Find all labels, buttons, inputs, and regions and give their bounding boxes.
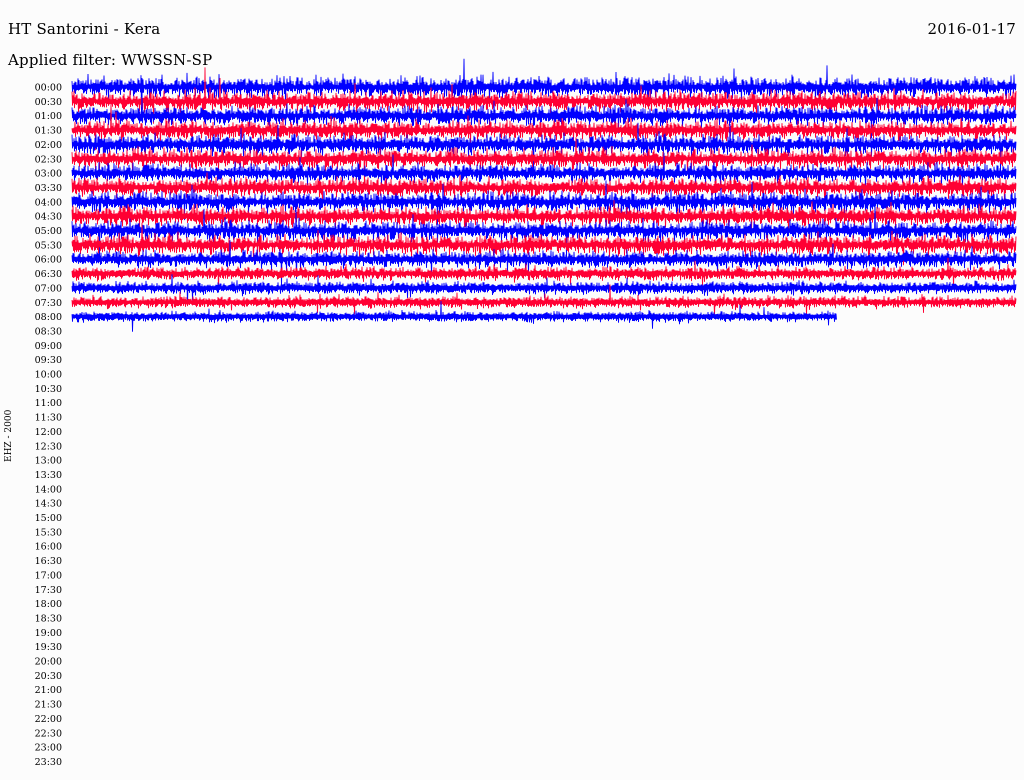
time-tick-label: 22:30	[35, 728, 62, 739]
time-tick-label: 04:00	[35, 197, 62, 208]
time-tick-label: 17:00	[35, 570, 62, 581]
time-tick-label: 03:30	[35, 183, 62, 194]
time-tick-label: 20:00	[35, 657, 62, 668]
time-tick-label: 07:30	[35, 298, 62, 309]
time-tick-label: 14:00	[35, 484, 62, 495]
seismic-traces	[71, 58, 1017, 332]
time-tick-label: 21:00	[35, 685, 62, 696]
time-tick-label: 13:30	[35, 470, 62, 481]
time-tick-label: 05:00	[35, 226, 62, 237]
time-tick-label: 21:30	[35, 700, 62, 711]
time-tick-label: 15:30	[35, 527, 62, 538]
time-tick-label: 19:00	[35, 628, 62, 639]
time-tick-label: 08:30	[35, 326, 62, 337]
time-tick-label: 16:30	[35, 556, 62, 567]
time-tick-label: 19:30	[35, 642, 62, 653]
time-tick-label: 09:30	[35, 355, 62, 366]
time-tick-label: 02:00	[35, 140, 62, 151]
time-tick-label: 17:30	[35, 585, 62, 596]
time-tick-label: 22:00	[35, 714, 62, 725]
time-tick-label: 13:00	[35, 456, 62, 467]
time-tick-label: 23:00	[35, 743, 62, 754]
helicorder-plot: 00:00 00:30 01:00 01:30 02:00 02:30 03:00 03:30…	[35, 58, 1017, 768]
time-tick-label: 14:30	[35, 499, 62, 510]
time-tick-label: 23:30	[35, 757, 62, 768]
time-tick-label: 10:30	[35, 384, 62, 395]
time-tick-label: 18:30	[35, 613, 62, 624]
time-tick-label: 11:30	[35, 413, 62, 424]
time-tick-label: 07:00	[35, 283, 62, 294]
trace-0800	[71, 301, 837, 332]
time-tick-label: 18:00	[35, 599, 62, 610]
time-tick-label: 11:00	[35, 398, 62, 409]
time-tick-label: 09:00	[35, 341, 62, 352]
time-tick-label: 20:30	[35, 671, 62, 682]
time-tick-label: 15:00	[35, 513, 62, 524]
time-tick-label: 12:00	[35, 427, 62, 438]
time-tick-label: 01:00	[35, 111, 62, 122]
time-tick-label: 10:00	[35, 370, 62, 381]
channel-label: EHZ - 2000	[4, 409, 14, 462]
time-tick-label: 12:30	[35, 441, 62, 452]
time-tick-label: 03:00	[35, 169, 62, 180]
time-tick-label: 04:30	[35, 212, 62, 223]
time-tick-label: 00:30	[35, 97, 62, 108]
time-tick-label: 06:30	[35, 269, 62, 280]
time-tick-label: 06:00	[35, 255, 62, 266]
time-tick-label: 00:00	[35, 83, 62, 94]
time-tick-label: 16:00	[35, 542, 62, 553]
time-tick-label: 02:30	[35, 154, 62, 165]
time-axis: 00:00 00:30 01:00 01:30 02:00 02:30 03:00 03:30…	[35, 83, 62, 768]
time-tick-label: 05:30	[35, 240, 62, 251]
time-tick-label: 01:30	[35, 126, 62, 137]
time-tick-label: 08:00	[35, 312, 62, 323]
